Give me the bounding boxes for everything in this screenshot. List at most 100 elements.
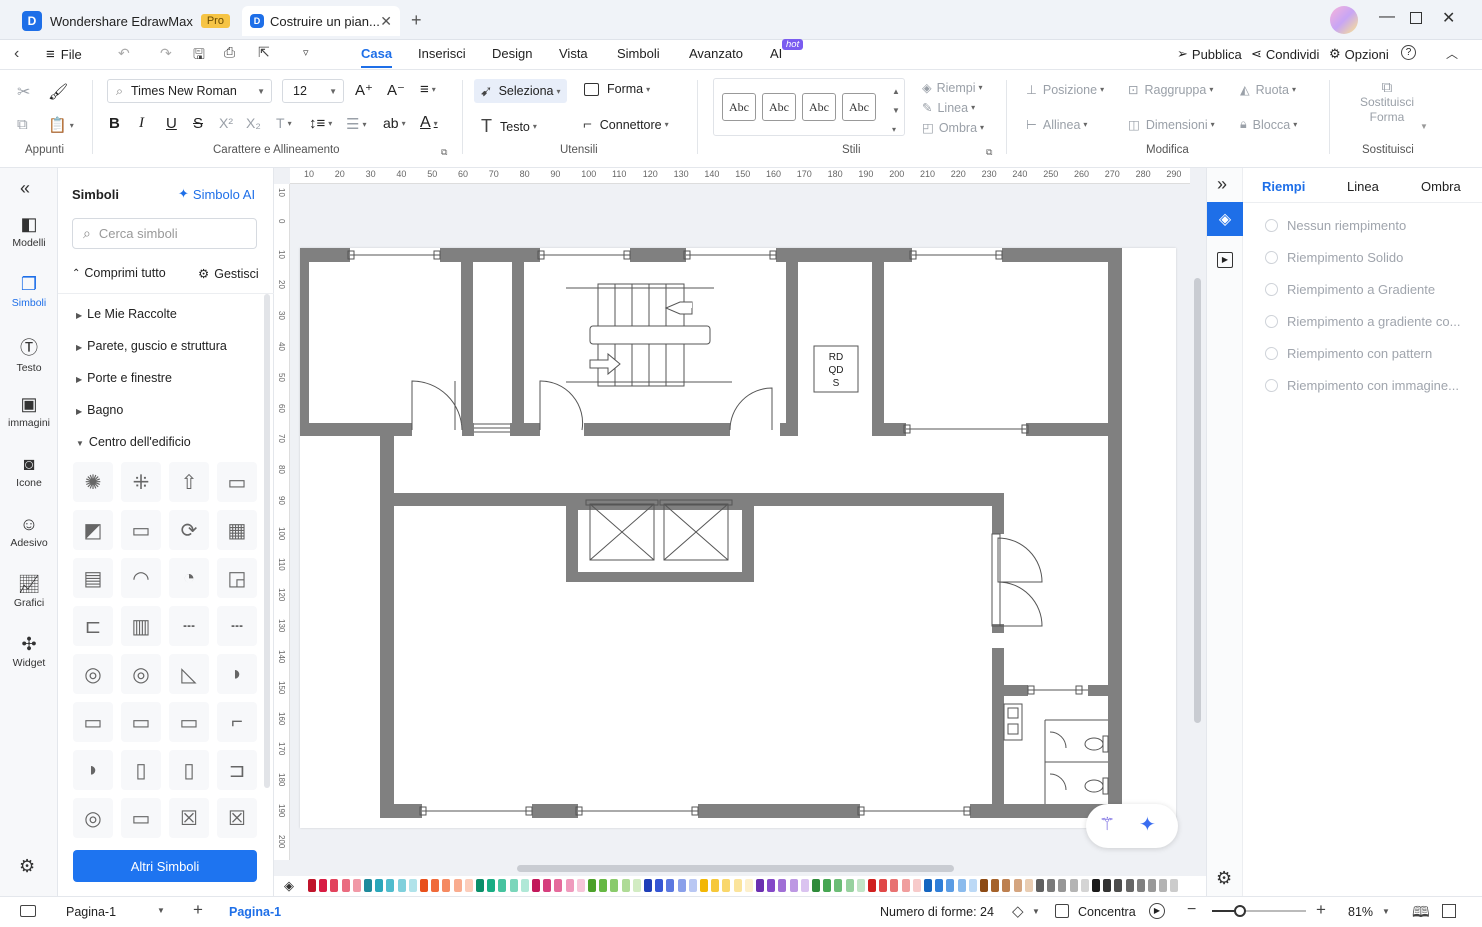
- color-swatch[interactable]: [397, 879, 406, 892]
- color-swatch[interactable]: [946, 879, 955, 892]
- color-swatch[interactable]: [778, 879, 787, 892]
- add-page-icon[interactable]: +: [193, 900, 203, 920]
- bold-icon[interactable]: B: [109, 115, 120, 132]
- floor-plan[interactable]: RD QD S: [295, 248, 1176, 828]
- share-button[interactable]: ⋖ Condividi: [1251, 46, 1319, 62]
- fill-properties-icon[interactable]: ◈: [1207, 202, 1243, 236]
- symbol-thumbnail[interactable]: ▤: [73, 558, 113, 598]
- manage-button[interactable]: ⚙ Gestisci: [198, 266, 259, 282]
- color-swatch[interactable]: [968, 879, 977, 892]
- color-swatch[interactable]: [308, 879, 316, 892]
- color-swatch[interactable]: [845, 879, 854, 892]
- color-swatch[interactable]: [1080, 879, 1089, 892]
- color-swatch[interactable]: [800, 879, 809, 892]
- color-swatch[interactable]: [1114, 879, 1123, 892]
- collapse-all-button[interactable]: ⌃ Comprimi tutto: [72, 266, 166, 280]
- bullets-icon[interactable]: ☰ ▾: [346, 115, 366, 133]
- color-swatch[interactable]: [834, 879, 843, 892]
- color-swatch[interactable]: [924, 879, 932, 892]
- color-swatch[interactable]: [543, 879, 552, 892]
- slideshow-icon[interactable]: ▶: [1217, 252, 1233, 268]
- color-swatch[interactable]: [520, 879, 529, 892]
- zoom-slider[interactable]: [1212, 905, 1306, 917]
- color-swatch[interactable]: [453, 879, 462, 892]
- focus-mode-button[interactable]: Concentra: [1078, 905, 1136, 919]
- color-swatch[interactable]: [408, 879, 417, 892]
- magic-wand-icon[interactable]: ⚚: [1099, 814, 1115, 835]
- ai-sparkle-icon[interactable]: ✦: [1139, 812, 1156, 837]
- save-icon[interactable]: 🖫: [193, 44, 205, 68]
- tab-shadow[interactable]: Ombra: [1421, 179, 1461, 194]
- play-icon[interactable]: ▶: [1149, 903, 1165, 919]
- style-swatch[interactable]: Abc: [722, 93, 756, 121]
- color-swatch[interactable]: [733, 879, 742, 892]
- color-swatch[interactable]: [1103, 879, 1112, 892]
- symbol-thumbnail[interactable]: ◺: [169, 654, 209, 694]
- symbol-thumbnail[interactable]: ▭: [169, 702, 209, 742]
- sidebar-item-testo[interactable]: Ⓣ Testo: [0, 334, 58, 374]
- symbol-thumbnail[interactable]: ◎: [73, 654, 113, 694]
- fill-option-image[interactable]: Riempimento con immagine...: [1265, 378, 1459, 393]
- horizontal-scrollbar[interactable]: [517, 865, 954, 872]
- symbol-thumbnail[interactable]: ▭: [121, 798, 161, 838]
- category-doors-windows[interactable]: ▶ Porte e finestre: [76, 371, 172, 385]
- symbol-thumbnail[interactable]: ▯: [169, 750, 209, 790]
- chevron-down-icon[interactable]: ▼: [1420, 122, 1428, 131]
- font-family-select[interactable]: ⌕ Times New Roman ▼: [107, 79, 272, 103]
- color-swatch[interactable]: [1092, 879, 1100, 892]
- font-size-select[interactable]: 12 ▼: [282, 79, 344, 103]
- color-swatch[interactable]: [935, 879, 944, 892]
- chevron-down-icon[interactable]: ▼: [1032, 907, 1040, 916]
- settings-gear-icon[interactable]: ⚙: [1216, 868, 1232, 889]
- color-swatch[interactable]: [1058, 879, 1067, 892]
- category-walls[interactable]: ▶ Parete, guscio e struttura: [76, 339, 227, 353]
- symbol-thumbnail[interactable]: ⇧: [169, 462, 209, 502]
- color-swatch[interactable]: [1047, 879, 1056, 892]
- fill-option-none[interactable]: Nessun riempimento: [1265, 218, 1406, 233]
- symbol-thumbnail[interactable]: ◩: [73, 510, 113, 550]
- document-tab[interactable]: D Costruire un pian... ✕: [242, 6, 400, 36]
- lock-button[interactable]: 🔒︎ Blocca ▾: [1240, 117, 1297, 132]
- color-swatch[interactable]: [1148, 879, 1156, 892]
- maximize-icon[interactable]: [1410, 12, 1422, 24]
- close-tab-icon[interactable]: ✕: [380, 13, 392, 30]
- color-swatch[interactable]: [610, 879, 619, 892]
- tab-avanzato[interactable]: Avanzato: [689, 46, 743, 61]
- color-swatch[interactable]: [1125, 879, 1134, 892]
- shape-tool-button[interactable]: Forma ▾: [584, 82, 650, 96]
- file-menu[interactable]: ≡ File: [46, 46, 82, 63]
- shadow-button[interactable]: ◰ Ombra ▾: [922, 120, 984, 136]
- search-input[interactable]: Cerca simboli: [99, 226, 178, 241]
- color-swatch[interactable]: [767, 879, 776, 892]
- export-icon[interactable]: ⇱: [258, 44, 270, 61]
- tab-vista[interactable]: Vista: [559, 46, 588, 61]
- symbol-thumbnail[interactable]: ☒: [169, 798, 209, 838]
- symbol-search-field[interactable]: ⌕ Cerca simboli: [72, 218, 257, 249]
- sidebar-item-adesivo[interactable]: ☺ Adesivo: [0, 514, 58, 549]
- color-swatch[interactable]: [1024, 879, 1033, 892]
- symbol-thumbnail[interactable]: ⁜: [121, 462, 161, 502]
- color-swatch[interactable]: [375, 879, 384, 892]
- size-button[interactable]: ◫ Dimensioni ▾: [1128, 117, 1215, 133]
- strikethrough-icon[interactable]: S: [193, 115, 203, 132]
- page-selector[interactable]: Pagina-1: [66, 905, 116, 919]
- color-swatch[interactable]: [980, 879, 988, 892]
- position-button[interactable]: ⊥ Posizione ▾: [1026, 82, 1104, 98]
- redo-icon[interactable]: ↷: [160, 45, 172, 62]
- symbol-thumbnail[interactable]: ┄: [169, 606, 209, 646]
- color-swatch[interactable]: [856, 879, 865, 892]
- page-tab[interactable]: Pagina-1: [229, 905, 281, 919]
- symbol-thumbnail[interactable]: ✺: [73, 462, 113, 502]
- category-bathroom[interactable]: ▶ Bagno: [76, 403, 123, 417]
- symbol-thumbnail[interactable]: ◔: [169, 558, 209, 598]
- line-button[interactable]: ✎ Linea ▾: [922, 100, 975, 116]
- color-swatch[interactable]: [655, 879, 664, 892]
- paste-icon[interactable]: 📋 ▾: [48, 116, 74, 134]
- color-swatch[interactable]: [498, 879, 507, 892]
- symbol-thumbnail[interactable]: ▦: [217, 510, 257, 550]
- fill-option-gradient-color[interactable]: Riempimento a gradiente co...: [1265, 314, 1460, 329]
- chevron-down-icon[interactable]: ▼: [157, 906, 165, 915]
- color-swatch[interactable]: [487, 879, 496, 892]
- fill-button[interactable]: ◈ Riempi ▾: [922, 80, 983, 96]
- layers-icon[interactable]: ◇: [1012, 902, 1024, 920]
